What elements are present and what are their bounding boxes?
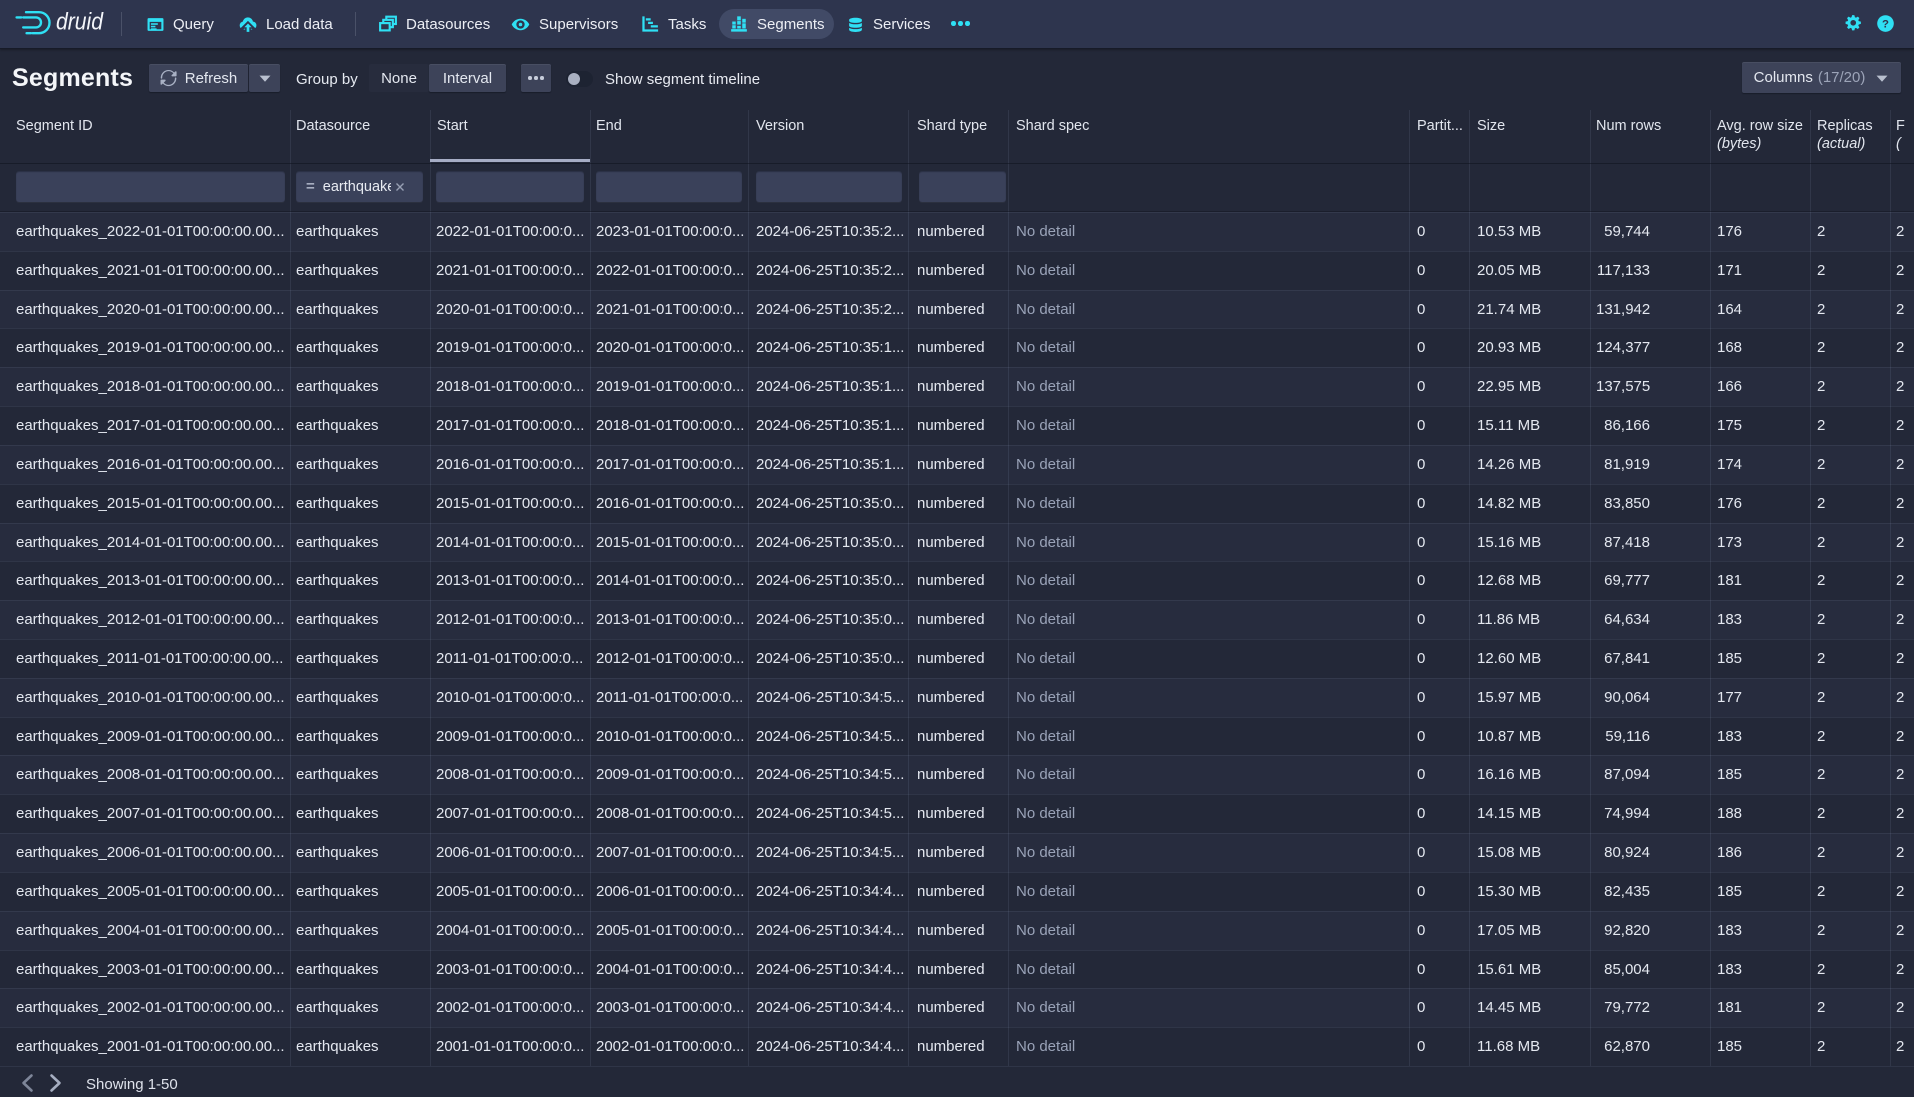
svg-text:?: ?	[1882, 19, 1889, 31]
svg-text:druid: druid	[56, 9, 104, 36]
